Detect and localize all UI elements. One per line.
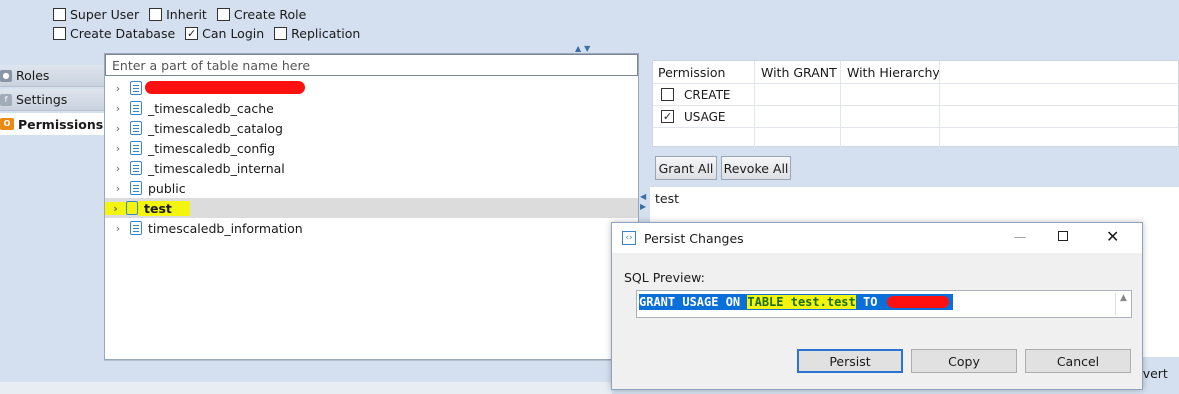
column-header: With Hierarchy (847, 65, 940, 80)
roles-icon: ● (0, 69, 12, 82)
nav-item-settings[interactable]: f Settings (0, 89, 104, 111)
checkbox-box[interactable] (53, 26, 66, 40)
redaction-mark (145, 81, 305, 94)
tree-item-redacted[interactable]: › (105, 78, 638, 98)
chevron-right-icon[interactable]: › (110, 82, 126, 95)
schema-icon (130, 221, 142, 235)
bottom-toolbar (104, 360, 614, 380)
super-user-checkbox[interactable]: Super User (53, 6, 139, 22)
checkbox-box[interactable] (149, 7, 163, 21)
nav-item-roles[interactable]: ● Roles (0, 65, 104, 87)
column-header: Permission (658, 65, 726, 80)
chevron-right-icon[interactable]: › (110, 102, 126, 115)
chevron-right-icon[interactable]: › (110, 142, 126, 155)
check-icon[interactable]: ✓ (185, 26, 199, 40)
tree-item-selected[interactable]: › test (105, 198, 638, 218)
permission-row-create[interactable]: CREATE (653, 83, 1179, 105)
close-icon[interactable]: ✕ (1106, 227, 1119, 246)
status-strip (0, 382, 612, 394)
scroll-up-icon[interactable]: ▲ (1115, 293, 1131, 315)
inherit-checkbox[interactable]: Inherit (149, 6, 207, 22)
chevron-right-icon[interactable]: › (110, 182, 126, 195)
sql-statement: GRANT USAGE ON TABLE test.test TO (639, 294, 953, 310)
schema-icon (126, 201, 138, 215)
cancel-button[interactable]: Cancel (1025, 349, 1131, 373)
permission-table: Permission With GRANT With Hierarchy CRE… (652, 60, 1179, 149)
schema-icon (130, 161, 142, 175)
schema-icon (130, 141, 142, 155)
copy-button[interactable]: Copy (911, 349, 1017, 373)
nav-item-permissions[interactable]: O Permissions (0, 113, 104, 135)
permission-row-usage[interactable]: ✓ USAGE (653, 105, 1179, 127)
column-header: With GRANT (761, 65, 837, 80)
can-login-checkbox[interactable]: ✓ Can Login (185, 25, 264, 41)
schema-icon (130, 181, 142, 195)
tree-item[interactable]: › timescaledb_information (105, 218, 638, 238)
table-filter-input[interactable]: Enter a part of table name here (105, 54, 638, 76)
persist-button[interactable]: Persist (797, 349, 903, 373)
check-icon[interactable]: ✓ (661, 110, 674, 123)
permission-row-empty (653, 127, 1179, 149)
permissions-icon: O (0, 118, 14, 130)
schema-icon (130, 81, 142, 95)
tree-item[interactable]: › public (105, 178, 638, 198)
splitter-arrows-icon[interactable]: ◀ ▶ (640, 192, 646, 212)
tree-item[interactable]: › _timescaledb_internal (105, 158, 638, 178)
schema-icon (130, 101, 142, 115)
chevron-right-icon[interactable]: › (105, 201, 126, 215)
maximize-icon[interactable] (1058, 231, 1068, 241)
checkbox-box[interactable] (53, 7, 66, 21)
create-database-checkbox[interactable]: Create Database (53, 25, 175, 41)
checkbox-box[interactable] (274, 26, 288, 40)
dialog-app-icon: ‹› (622, 231, 636, 245)
tree-item[interactable]: › _timescaledb_config (105, 138, 638, 158)
tree-item[interactable]: › _timescaledb_catalog (105, 118, 638, 138)
role-options-row-2: Create Database ✓ Can Login Replication (53, 25, 360, 41)
sql-preview-editor[interactable]: GRANT USAGE ON TABLE test.test TO ▲ (636, 290, 1132, 318)
checkbox-box[interactable] (661, 88, 674, 101)
checkbox-box[interactable] (216, 7, 230, 21)
revoke-all-button[interactable]: Revoke All (721, 156, 791, 180)
dialog-title-bar: ‹› Persist Changes — ✕ (612, 223, 1142, 253)
settings-icon: f (0, 93, 12, 106)
redaction-mark (886, 296, 949, 308)
replication-checkbox[interactable]: Replication (274, 25, 360, 41)
schema-icon (130, 121, 142, 135)
object-tree-panel: Enter a part of table name here › › _tim… (104, 53, 639, 360)
grant-all-button[interactable]: Grant All (655, 156, 717, 180)
sql-preview-label: SQL Preview: (624, 270, 705, 285)
collapse-arrows-icon[interactable]: ▲▼ (575, 44, 593, 53)
tree-item[interactable]: › _timescaledb_cache (105, 98, 638, 118)
role-options-row-1: Super User Inherit Create Role (53, 6, 306, 22)
create-role-checkbox[interactable]: Create Role (216, 6, 306, 22)
chevron-right-icon[interactable]: › (110, 122, 126, 135)
minimize-icon[interactable]: — (1010, 229, 1030, 244)
chevron-right-icon[interactable]: › (110, 222, 126, 235)
chevron-right-icon[interactable]: › (110, 162, 126, 175)
persist-changes-dialog: ‹› Persist Changes — ✕ SQL Preview: GRAN… (611, 222, 1143, 390)
